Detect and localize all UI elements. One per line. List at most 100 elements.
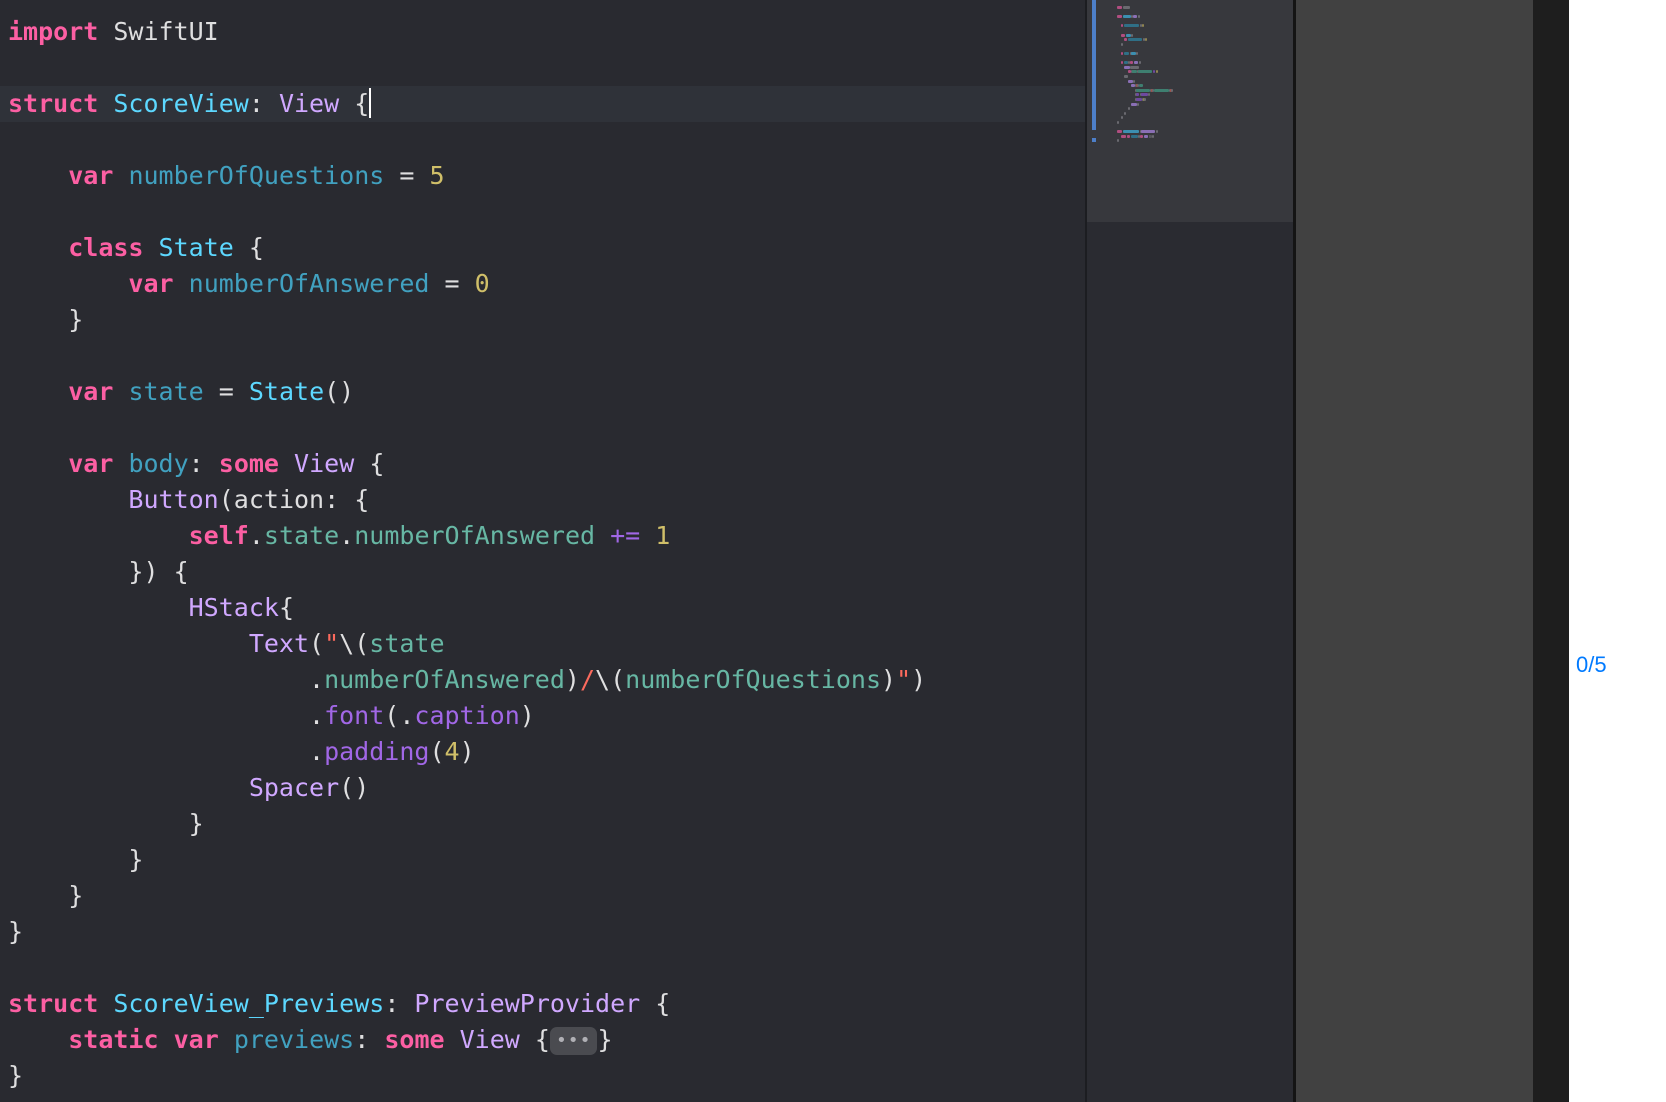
code-editor[interactable]: import SwiftUI struct ScoreView: View { v… bbox=[0, 0, 1085, 1102]
code-line[interactable]: } bbox=[0, 914, 1085, 950]
code-token: struct bbox=[8, 989, 99, 1018]
code-line[interactable]: Spacer() bbox=[0, 770, 1085, 806]
code-token: Text bbox=[248, 629, 310, 658]
code-token: " bbox=[896, 665, 912, 694]
minimap-token bbox=[1171, 88, 1173, 92]
minimap-token bbox=[1138, 61, 1141, 65]
code-line[interactable] bbox=[0, 338, 1085, 374]
code-line[interactable]: var state = State() bbox=[0, 374, 1085, 410]
code-token: View bbox=[294, 449, 355, 478]
code-line[interactable] bbox=[0, 122, 1085, 158]
code-token: struct bbox=[8, 89, 99, 118]
code-token: (. bbox=[384, 701, 415, 730]
code-line[interactable]: } bbox=[0, 302, 1085, 338]
code-token: var bbox=[128, 269, 174, 298]
code-line[interactable]: } bbox=[0, 878, 1085, 914]
code-line[interactable]: class State { bbox=[0, 230, 1085, 266]
minimap-token bbox=[1124, 52, 1129, 55]
minimap-token bbox=[1133, 79, 1136, 83]
code-line[interactable]: } bbox=[0, 842, 1085, 878]
code-line[interactable]: .padding(4) bbox=[0, 734, 1085, 770]
code-token: self bbox=[188, 521, 249, 550]
minimap-token bbox=[1153, 88, 1170, 92]
preview-score-text: 0/5 bbox=[1576, 652, 1607, 677]
code-token: 0 bbox=[474, 269, 490, 298]
code-line[interactable]: var numberOfQuestions = 5 bbox=[0, 158, 1085, 194]
code-token: padding bbox=[324, 737, 430, 766]
code-token: = bbox=[203, 377, 249, 406]
code-line[interactable]: import SwiftUI bbox=[0, 14, 1085, 50]
code-fold-button[interactable]: ••• bbox=[549, 1027, 598, 1055]
code-line[interactable] bbox=[0, 410, 1085, 446]
code-line[interactable]: var numberOfAnswered = 0 bbox=[0, 266, 1085, 302]
code-token: State bbox=[248, 377, 325, 406]
code-line[interactable]: .numberOfAnswered)/\(numberOfQuestions)"… bbox=[0, 662, 1085, 698]
code-token: import bbox=[8, 17, 99, 46]
code-token: = bbox=[384, 161, 430, 190]
code-line[interactable]: struct ScoreView_Previews: PreviewProvid… bbox=[0, 986, 1085, 1022]
code-token: = bbox=[429, 269, 475, 298]
code-line[interactable]: HStack{ bbox=[0, 590, 1085, 626]
code-line[interactable] bbox=[0, 194, 1085, 230]
minimap-token bbox=[1124, 111, 1127, 115]
code-line[interactable]: }) { bbox=[0, 554, 1085, 590]
code-line[interactable]: .font(.caption) bbox=[0, 698, 1085, 734]
minimap-token bbox=[1141, 93, 1148, 97]
code-token: : bbox=[188, 449, 219, 478]
code-token: numberOfAnswered bbox=[324, 665, 565, 694]
code-token: . bbox=[248, 521, 264, 550]
code-line[interactable]: self.state.numberOfAnswered += 1 bbox=[0, 518, 1085, 554]
code-token: var bbox=[68, 377, 114, 406]
code-line[interactable]: struct ScoreView: View { bbox=[0, 86, 1085, 122]
code-token: numberOfQuestions bbox=[128, 161, 385, 190]
code-token: ( bbox=[429, 737, 445, 766]
minimap-token bbox=[1134, 61, 1138, 65]
preview-device-screen bbox=[1569, 0, 1666, 1102]
code-line[interactable]: static var previews: some View {•••} bbox=[0, 1022, 1085, 1058]
code-token: View bbox=[278, 89, 340, 118]
minimap[interactable] bbox=[1085, 0, 1293, 1102]
code-token: { bbox=[640, 989, 671, 1018]
code-line[interactable]: } bbox=[0, 806, 1085, 842]
minimap-token bbox=[1120, 134, 1126, 138]
code-token: some bbox=[218, 449, 279, 478]
code-line[interactable]: var body: some View { bbox=[0, 446, 1085, 482]
minimap-token bbox=[1136, 102, 1139, 106]
minimap-token bbox=[1137, 15, 1140, 19]
code-token: numberOfAnswered bbox=[188, 269, 430, 298]
code-token: : bbox=[354, 1025, 385, 1054]
code-line[interactable] bbox=[0, 50, 1085, 86]
minimap-token bbox=[1127, 107, 1130, 111]
minimap-token bbox=[1123, 6, 1130, 9]
code-token: some bbox=[384, 1025, 445, 1054]
code-line[interactable]: } bbox=[0, 1058, 1085, 1094]
minimap-token bbox=[1147, 93, 1150, 97]
minimap-visible-region[interactable] bbox=[1087, 0, 1293, 222]
code-token: } bbox=[8, 917, 24, 946]
minimap-token bbox=[1144, 134, 1148, 138]
minimap-token bbox=[1123, 15, 1132, 19]
code-token: body bbox=[128, 449, 189, 478]
code-token: () bbox=[339, 773, 370, 802]
code-line[interactable]: Text("\(state bbox=[0, 626, 1085, 662]
minimap-token bbox=[1152, 134, 1155, 138]
code-line[interactable]: Button(action: { bbox=[0, 482, 1085, 518]
code-token: } bbox=[8, 1061, 24, 1090]
code-token: } bbox=[8, 881, 84, 910]
code-line[interactable] bbox=[0, 950, 1085, 986]
code-token: 1 bbox=[655, 521, 671, 550]
code-token: Button bbox=[128, 485, 219, 514]
code-token: () bbox=[324, 377, 355, 406]
code-token: state bbox=[128, 377, 204, 406]
code-token: \( bbox=[339, 629, 370, 658]
minimap-token bbox=[1133, 15, 1137, 19]
